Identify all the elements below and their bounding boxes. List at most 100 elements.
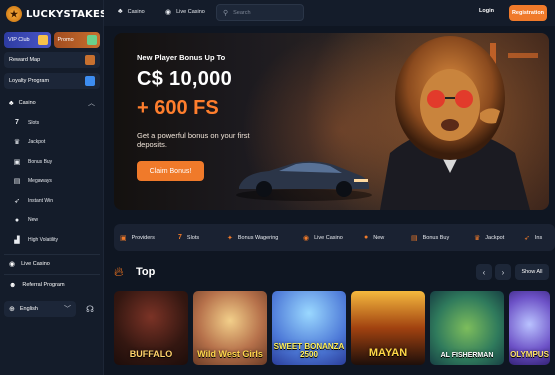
game-tile[interactable]: MAYAN [351, 291, 425, 365]
fire-icon: 🔥︎ [114, 264, 124, 279]
strip-item-bonus-wagering[interactable]: ✦ Bonus Wagering [227, 224, 278, 251]
game-title: OLYMPUS [510, 350, 549, 359]
crown-icon: ♛ [13, 139, 21, 147]
globe-icon: ⊕ [9, 306, 15, 313]
topbar: ♣ Casino ◉ Live Casino ⚲ Login Registrat… [104, 0, 555, 26]
referral-icon: ☻ [9, 281, 17, 289]
section-title-top: Top [136, 266, 156, 278]
support-headset-icon[interactable]: ☊ [82, 301, 98, 317]
strip-item-live-casino[interactable]: ◉ Live Casino [303, 224, 343, 251]
wagering-icon: ✦ [227, 234, 233, 242]
game-title: Wild West Girls [197, 349, 263, 359]
reward-map-label: Reward Map [9, 57, 41, 63]
gift-icon [87, 35, 97, 45]
chevron-up-icon: ︿ [88, 100, 95, 107]
strip-item-slots[interactable]: 7 Slots [178, 224, 199, 251]
vip-crown-icon [37, 35, 48, 45]
cherries-icon: ♣ [118, 8, 123, 15]
sidebar-item-high-volatility[interactable]: ▟ High Volatility [4, 230, 100, 250]
strip-item-instant[interactable]: ➶ Ins [524, 224, 542, 251]
search-box[interactable]: ⚲ [216, 4, 304, 21]
promo-button[interactable]: Promo [53, 32, 100, 48]
next-arrow-button[interactable]: › [495, 264, 511, 280]
strip-item-providers[interactable]: ▣ Providers [114, 224, 155, 251]
sidebar-item-label: New [28, 217, 39, 224]
show-all-button[interactable]: Show All [515, 264, 549, 280]
registration-button[interactable]: Registration [509, 5, 547, 21]
language-label: English [19, 306, 38, 312]
game-title: MAYAN [368, 347, 408, 359]
category-list: 7 Slots ♛ Jackpot ▣ Bonus Buy ▤ Megaways… [4, 113, 100, 250]
strip-item-label: Providers [131, 234, 155, 241]
prev-arrow-button[interactable]: ‹ [476, 264, 492, 280]
divider [4, 254, 100, 255]
divider [4, 274, 100, 275]
sidebar-item-live-casino[interactable]: ◉ Live Casino [4, 256, 100, 272]
sidebar-item-slots[interactable]: 7 Slots [4, 113, 100, 133]
nav-casino[interactable]: ♣ Casino [118, 8, 145, 15]
logo[interactable]: ★ LUCKYSTAKES [6, 6, 107, 22]
providers-icon: ▣ [120, 234, 127, 242]
hero-description: Get a powerful bonus on your first depos… [137, 131, 250, 149]
nav-live-casino[interactable]: ◉ Live Casino [165, 8, 205, 16]
vip-club-label: VIP Club [8, 37, 30, 43]
lion-illustration [380, 36, 538, 210]
live-casino-icon: ◉ [303, 234, 310, 242]
sidebar-item-bonus-buy[interactable]: ▣ Bonus Buy [4, 152, 100, 172]
login-button[interactable]: Login [479, 8, 494, 14]
sidebar-item-label: Instant Win [28, 197, 54, 204]
vip-club-button[interactable]: VIP Club [4, 32, 51, 48]
strip-item-jackpot[interactable]: ♛ Jackpot [474, 224, 504, 251]
bag-icon: ▣ [13, 158, 21, 166]
hero-banner[interactable]: New Player Bonus Up To C$ 10,000 + 600 F… [114, 33, 549, 210]
strip-item-label: Jackpot [485, 234, 505, 241]
game-tile[interactable]: Wild West Girls [193, 291, 267, 365]
search-input[interactable] [233, 9, 294, 16]
casino-icon: ♣ [9, 99, 14, 107]
search-icon: ⚲ [223, 9, 229, 17]
strip-item-bonus-buy[interactable]: ▤ Bonus Buy [411, 224, 449, 251]
game-tile[interactable]: AL FISHERMAN [430, 291, 504, 365]
sidebar-item-jackpot[interactable]: ♛ Jackpot [4, 133, 100, 153]
game-tile[interactable]: SWEET BONANZA 2500 [272, 291, 346, 365]
sidebar-item-label: Bonus Buy [28, 158, 53, 165]
sidebar-item-label: Megaways [28, 178, 52, 185]
map-icon [85, 55, 95, 65]
new-icon: ● [364, 234, 369, 241]
sidebar-item-new[interactable]: ● New [4, 211, 100, 231]
category-strip: ▣ Providers 7 Slots ✦ Bonus Wagering ◉ L… [114, 224, 555, 251]
megaways-icon: ▤ [13, 178, 21, 186]
diamond-icon [85, 76, 95, 86]
game-tile[interactable]: OLYMPUS [509, 291, 550, 365]
sidebar: ★ LUCKYSTAKES VIP Club Promo Reward Map … [0, 0, 107, 375]
game-tile[interactable]: BUFFALO [114, 291, 188, 365]
sidebar-item-label: Jackpot [28, 139, 46, 146]
language-select[interactable]: ⊕ English ﹀ [4, 301, 76, 317]
strip-item-label: Live Casino [314, 234, 343, 241]
sidebar-item-megaways[interactable]: ▤ Megaways [4, 172, 100, 192]
chart-icon: ▟ [14, 236, 20, 244]
game-title: AL FISHERMAN [440, 352, 494, 359]
sidebar-item-label: High Volatility [28, 236, 59, 243]
sidebar-item-referral[interactable]: ☻ Referral Program [4, 277, 100, 293]
strip-item-new[interactable]: ● New [364, 224, 384, 251]
seven-icon: 7 [15, 119, 19, 127]
strip-item-label: Ins [534, 234, 543, 241]
new-icon: ● [14, 216, 20, 224]
sidebar-item-instant-win[interactable]: ➶ Instant Win [4, 191, 100, 211]
loyalty-program-button[interactable]: Loyalty Program [4, 73, 100, 89]
referral-label: Referral Program [22, 282, 65, 288]
casino-category-toggle[interactable]: ♣ Casino ︿ [4, 95, 100, 111]
game-title: SWEET BONANZA 2500 [273, 342, 345, 359]
nav-casino-label: Casino [127, 8, 145, 15]
reward-map-button[interactable]: Reward Map [4, 52, 100, 68]
game-title: BUFFALO [129, 349, 173, 359]
seven-icon: 7 [178, 234, 182, 241]
claim-bonus-button[interactable]: Claim Bonus! [137, 161, 204, 181]
bag-icon: ▤ [411, 234, 418, 242]
rocket-icon: ➶ [524, 234, 530, 242]
strip-item-label: Bonus Buy [422, 234, 450, 241]
logo-text: LUCKYSTAKES [26, 8, 108, 20]
casino-header-label: Casino [18, 100, 36, 106]
strip-item-label: New [373, 234, 385, 241]
